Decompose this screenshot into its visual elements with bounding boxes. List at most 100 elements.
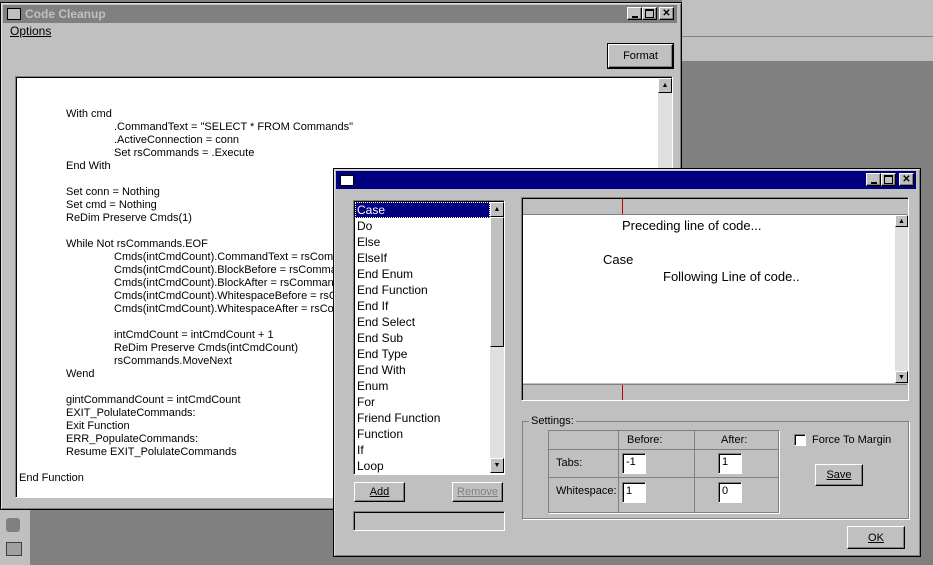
list-scroll-thumb[interactable] — [490, 217, 504, 347]
code-line: ERR_PopulateCommands: — [66, 433, 199, 445]
add-button[interactable]: Add — [354, 482, 405, 502]
command-list-item[interactable]: End If — [355, 298, 490, 314]
command-list-item[interactable]: End Function — [355, 282, 490, 298]
save-button[interactable]: Save — [815, 464, 863, 486]
row-divider-1 — [549, 449, 778, 450]
code-line: .CommandText = "SELECT * FROM Commands" — [114, 121, 353, 133]
toolbox-icon[interactable] — [6, 518, 20, 532]
code-line: End With — [66, 160, 111, 172]
scroll-up-button[interactable]: ▲ — [658, 78, 672, 93]
preview-pane: Preceding line of code... Case Following… — [521, 197, 909, 401]
minimize-icon — [631, 15, 638, 18]
command-list-item[interactable]: End Type — [355, 346, 490, 362]
command-list-item[interactable]: End With — [355, 362, 490, 378]
format-button[interactable]: Format — [607, 43, 674, 69]
close-button[interactable]: ✕ — [659, 7, 674, 20]
code-line: While Not rsCommands.EOF — [66, 238, 208, 250]
dialog-maximize-button[interactable] — [881, 173, 896, 186]
code-line: Cmds(intCmdCount).BlockAfter = rsCommand… — [114, 277, 349, 289]
command-list-item[interactable]: If — [355, 442, 490, 458]
ok-button[interactable]: OK — [847, 526, 905, 549]
maximize-icon — [884, 175, 893, 184]
scroll-down-icon: ▼ — [493, 462, 501, 469]
dialog-minimize-button[interactable] — [866, 173, 881, 186]
command-list-item[interactable]: Else — [355, 234, 490, 250]
scroll-up-icon: ▲ — [898, 217, 905, 225]
scroll-down-icon: ▼ — [898, 373, 905, 381]
remove-label: Remove — [457, 486, 498, 498]
force-to-margin-label[interactable]: Force To Margin — [812, 434, 891, 446]
command-list-items: Case Do Else ElseIf End Enum End Function End … — [355, 202, 490, 474]
ruler-marker-bottom — [622, 385, 623, 400]
dialog-close-button[interactable]: ✕ — [899, 173, 914, 186]
background-window-titlebar — [682, 0, 933, 37]
image-icon[interactable] — [6, 542, 22, 556]
minimize-button[interactable] — [627, 7, 642, 20]
preview-ruler-top — [523, 199, 907, 215]
code-line: Cmds(intCmdCount).WhitespaceBefore = rsC… — [114, 290, 347, 302]
app-icon — [7, 8, 21, 20]
format-settings-dialog: ✕ Case Do Else ElseIf End Enum End Function En… — [333, 168, 921, 557]
dock-strip — [0, 510, 31, 565]
code-line: Cmds(intCmdCount).WhitespaceAfter = rsCo… — [114, 303, 347, 315]
command-list-item[interactable]: Enum — [355, 378, 490, 394]
command-list-item[interactable]: Function — [355, 426, 490, 442]
preview-scroll-up-button[interactable]: ▲ — [895, 215, 908, 227]
whitespace-label: Whitespace: — [556, 485, 617, 497]
preceding-line-text: Preceding line of code... — [622, 218, 762, 233]
background-window-bar — [682, 37, 933, 62]
settings-group: Settings: Before: After: Tabs: Whitespac… — [522, 415, 909, 519]
following-line-text: Following Line of code.. — [663, 269, 800, 284]
code-line: Cmds(intCmdCount).CommandText = rsComma — [114, 251, 349, 263]
command-list-item[interactable]: Do — [355, 218, 490, 234]
preview-scrollbar[interactable]: ▲ ▼ — [895, 215, 908, 383]
col-divider-2 — [694, 431, 695, 512]
code-line: Resume EXIT_PolulateCommands — [66, 446, 237, 458]
preview-scroll-down-button[interactable]: ▼ — [895, 371, 908, 383]
code-line: Cmds(intCmdCount).BlockBefore = rsComman… — [114, 264, 349, 276]
menu-options[interactable]: Options — [10, 24, 51, 38]
code-line: Set cmd = Nothing — [66, 199, 157, 211]
tabs-before-input[interactable]: -1 — [622, 453, 646, 474]
close-icon: ✕ — [902, 173, 911, 185]
command-list-item[interactable]: ElseIf — [355, 250, 490, 266]
command-list-item[interactable]: Loop — [355, 458, 490, 474]
list-scroll-down-button[interactable]: ▼ — [490, 458, 504, 473]
list-scroll-up-button[interactable]: ▲ — [490, 202, 504, 217]
command-list-scrollbar[interactable]: ▲ ▼ — [490, 202, 504, 473]
command-list-item[interactable]: Friend Function — [355, 410, 490, 426]
whitespace-before-input[interactable]: 1 — [622, 482, 646, 503]
row-divider-2 — [549, 477, 778, 478]
force-to-margin-checkbox[interactable] — [794, 434, 806, 446]
ruler-marker-top — [622, 199, 623, 214]
window-title: Code Cleanup — [25, 7, 106, 21]
menu-options-label: Options — [10, 24, 52, 38]
command-list[interactable]: Case Do Else ElseIf End Enum End Function End … — [353, 200, 505, 475]
whitespace-after-input[interactable]: 0 — [718, 482, 742, 503]
ok-label: OK — [868, 531, 884, 544]
remove-button[interactable]: Remove — [452, 482, 503, 502]
close-icon: ✕ — [662, 7, 671, 19]
tabs-label: Tabs: — [556, 457, 583, 469]
minimize-icon — [870, 181, 877, 184]
code-line: gintCommandCount = intCmdCount — [66, 394, 241, 406]
format-label: Format — [623, 50, 658, 62]
code-line: With cmd — [66, 108, 112, 120]
preview-text-area: Preceding line of code... Case Following… — [523, 215, 895, 383]
code-cleanup-titlebar: Code Cleanup — [3, 5, 677, 23]
code-line: EXIT_PolulateCommands: — [66, 407, 196, 419]
command-list-item[interactable]: End Sub — [355, 330, 490, 346]
command-list-item[interactable]: Case — [355, 202, 490, 218]
code-line: rsCommands.MoveNext — [114, 355, 232, 367]
command-list-item[interactable]: For — [355, 394, 490, 410]
dialog-app-icon — [340, 174, 354, 186]
after-header: After: — [721, 434, 748, 446]
scroll-up-icon: ▲ — [493, 206, 501, 213]
code-line: End Function — [19, 472, 84, 484]
command-list-item[interactable]: End Select — [355, 314, 490, 330]
code-line: Exit Function — [66, 420, 130, 432]
maximize-button[interactable] — [642, 7, 657, 20]
command-list-item[interactable]: End Enum — [355, 266, 490, 282]
maximize-icon — [645, 9, 654, 18]
tabs-after-input[interactable]: 1 — [718, 453, 742, 474]
